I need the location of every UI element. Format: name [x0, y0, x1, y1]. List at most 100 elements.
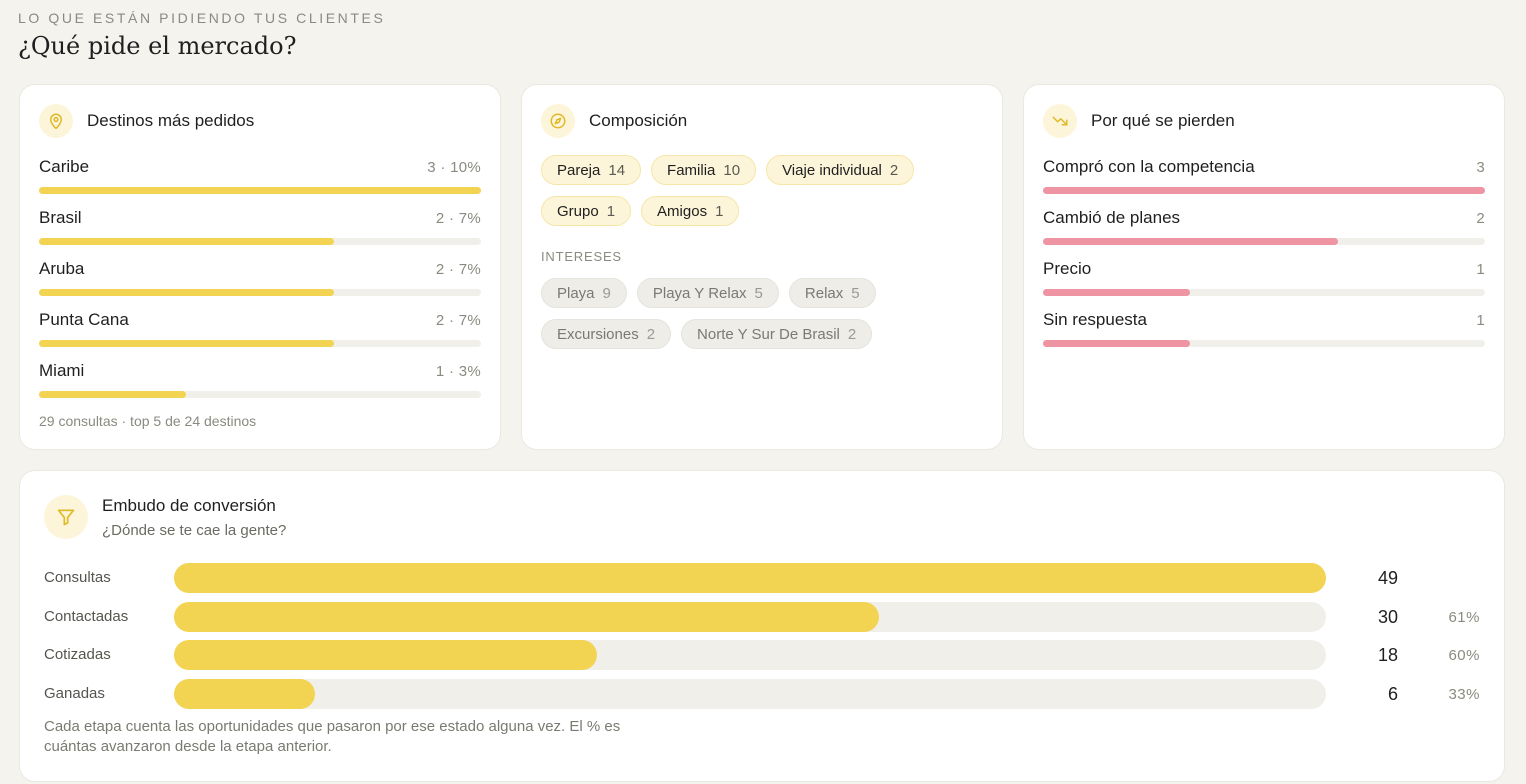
chip-label: Familia	[667, 161, 716, 179]
embudo-subtitle: ¿Dónde se te cae la gente?	[102, 522, 287, 539]
funnel-stage-label: Ganadas	[44, 685, 105, 702]
composicion-chip[interactable]: Grupo 1	[541, 196, 632, 226]
destinos-title: Destinos más pedidos	[87, 111, 255, 130]
embudo-note: Cada etapa cuenta las oportunidades que …	[44, 718, 621, 755]
funnel-row: Ganadas 6 33%	[44, 679, 1480, 709]
destino-bar-track	[39, 187, 481, 194]
perdida-bar-track	[1043, 340, 1485, 347]
destino-bar-fill	[39, 238, 334, 245]
embudo-heading: Embudo de conversión ¿Dónde se te cae la…	[102, 495, 286, 539]
chip-count: 5	[754, 284, 763, 302]
intereses-label: INTERESES	[541, 249, 622, 264]
destinos-footer: 29 consultas · top 5 de 24 destinos	[39, 413, 257, 429]
perdida-value: 1	[1476, 312, 1485, 329]
destino-value: 3 · 10%	[427, 159, 481, 176]
chip-count: 9	[602, 284, 611, 302]
funnel-bar-fill	[174, 679, 315, 709]
destino-bar-fill	[39, 289, 334, 296]
intereses-chips: Playa 9 Playa Y Relax 5 Relax 5 Excursiones…	[541, 278, 983, 349]
chip-label: Relax	[804, 284, 844, 302]
chip-label: Pareja	[557, 161, 601, 179]
destino-row: Brasil 2 · 7%	[39, 208, 481, 259]
chip-count: 14	[608, 161, 626, 179]
interes-chip[interactable]: Relax 5	[788, 278, 876, 308]
destinos-header: Destinos más pedidos	[39, 104, 254, 138]
perdidas-card: Por qué se pierden Compró con la compete…	[1023, 84, 1505, 450]
destino-label: Aruba	[39, 259, 85, 278]
embudo-title: Embudo de conversión	[102, 496, 276, 515]
compass-icon	[541, 104, 575, 138]
destino-row: Punta Cana 2 · 7%	[39, 310, 481, 361]
perdida-bar-fill	[1043, 238, 1338, 245]
perdida-label: Sin respuesta	[1043, 310, 1147, 329]
funnel-stage-label: Contactadas	[44, 608, 129, 625]
funnel-bar-fill	[174, 602, 880, 632]
funnel-stage-pct: 33%	[1448, 686, 1480, 703]
interes-chip[interactable]: Playa Y Relax 5	[636, 278, 779, 308]
perdida-bar-fill	[1043, 289, 1191, 296]
funnel-bar-fill	[174, 563, 1326, 593]
chip-count: 2	[889, 161, 899, 179]
chip-count: 2	[646, 325, 656, 343]
funnel-bar-track	[174, 679, 1326, 709]
chip-label: Amigos	[657, 202, 708, 220]
composicion-title: Composición	[589, 111, 688, 130]
destino-value: 2 · 7%	[435, 312, 481, 329]
destino-label: Caribe	[39, 157, 90, 176]
chip-count: 10	[723, 161, 741, 179]
destino-bar-fill	[39, 340, 334, 347]
funnel-row: Consultas 49	[44, 563, 1480, 593]
perdidas-header: Por qué se pierden	[1043, 104, 1235, 138]
composicion-chip[interactable]: Pareja 14	[541, 155, 642, 185]
destino-value: 1 · 3%	[435, 363, 481, 380]
chip-count: 2	[847, 325, 857, 343]
composicion-chip[interactable]: Familia 10	[651, 155, 757, 185]
perdida-row: Cambió de planes 2	[1043, 208, 1485, 259]
perdida-bar-track	[1043, 289, 1485, 296]
interes-chip[interactable]: Playa 9	[541, 278, 627, 308]
destino-label: Miami	[39, 361, 85, 380]
trending-down-icon	[1043, 104, 1077, 138]
composicion-chip[interactable]: Amigos 1	[641, 196, 740, 226]
funnel-bar-fill	[174, 640, 597, 670]
map-pin-icon	[39, 104, 73, 138]
destinos-card: Destinos más pedidos Caribe 3 · 10% Bras…	[19, 84, 501, 450]
perdidas-list: Compró con la competencia 3 Cambió de pl…	[1043, 157, 1485, 361]
perdidas-title: Por qué se pierden	[1091, 111, 1235, 130]
destino-value: 2 · 7%	[435, 261, 481, 278]
chip-label: Grupo	[557, 202, 599, 220]
funnel-bar-track	[174, 640, 1326, 670]
perdida-bar-track	[1043, 238, 1485, 245]
funnel-stage-pct: 60%	[1448, 647, 1480, 664]
chip-label: Excursiones	[557, 325, 639, 343]
chip-count: 1	[606, 202, 616, 220]
destino-bar-track	[39, 238, 481, 245]
funnel-bar-track	[174, 602, 1326, 632]
destino-label: Punta Cana	[39, 310, 129, 329]
perdida-row: Compró con la competencia 3	[1043, 157, 1485, 208]
interes-chip[interactable]: Excursiones 2	[541, 319, 672, 349]
perdida-row: Sin respuesta 1	[1043, 310, 1485, 361]
destino-row: Aruba 2 · 7%	[39, 259, 481, 310]
funnel-stage-label: Cotizadas	[44, 646, 111, 663]
perdida-bar-fill	[1043, 187, 1485, 194]
perdida-bar-track	[1043, 187, 1485, 194]
perdida-label: Compró con la competencia	[1043, 157, 1255, 176]
composicion-card: Composición Pareja 14 Familia 10 Viaje ind…	[521, 84, 1003, 450]
composicion-header: Composición	[541, 104, 687, 138]
chip-label: Playa	[557, 284, 595, 302]
destino-bar-fill	[39, 391, 187, 398]
interes-chip[interactable]: Norte Y Sur De Brasil 2	[681, 319, 873, 349]
chip-label: Norte Y Sur De Brasil	[697, 325, 840, 343]
funnel-stage-count: 18	[1377, 645, 1398, 665]
destino-label: Brasil	[39, 208, 82, 227]
chip-count: 5	[851, 284, 860, 302]
funnel-stage-count: 6	[1387, 684, 1398, 704]
embudo-card: Embudo de conversión ¿Dónde se te cae la…	[19, 470, 1505, 782]
perdida-value: 1	[1476, 261, 1485, 278]
chip-label: Viaje individual	[782, 161, 882, 179]
funnel-stage-pct: 61%	[1448, 609, 1480, 626]
page-title: ¿Qué pide el mercado?	[18, 32, 297, 60]
composicion-chip[interactable]: Viaje individual 2	[766, 155, 915, 185]
composicion-chips: Pareja 14 Familia 10 Viaje individual 2 Gru…	[541, 155, 983, 226]
